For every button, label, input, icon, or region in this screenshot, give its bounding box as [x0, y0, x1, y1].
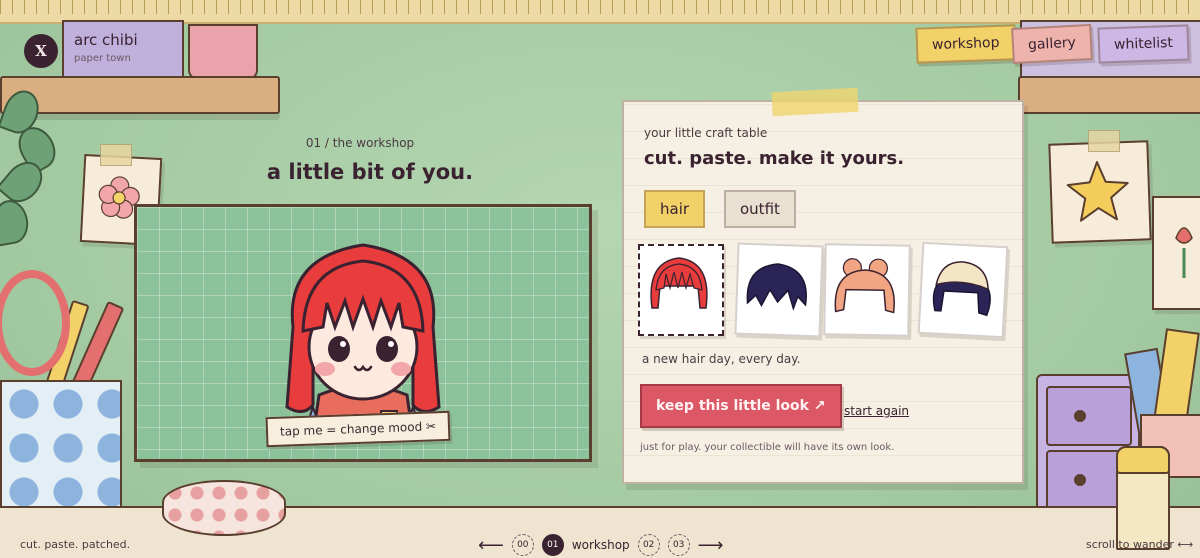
start-again-link[interactable]: start again — [844, 404, 909, 418]
star-note — [1048, 140, 1152, 244]
pager-dot-02[interactable]: 02 — [637, 534, 660, 556]
next-arrow-icon[interactable]: ⟶ — [698, 535, 724, 556]
polka-cup — [0, 380, 122, 514]
card-eyebrow: your little craft table — [644, 126, 768, 140]
footer-tagline: cut. paste. patched. — [20, 538, 131, 551]
right-shelf — [1018, 76, 1200, 114]
tulip-note — [1152, 196, 1200, 310]
brand: arc chibi paper town — [74, 31, 138, 64]
tab-hair[interactable]: hair — [644, 190, 706, 228]
nav-workshop[interactable]: workshop — [915, 24, 1017, 64]
brand-subtitle: paper town — [74, 53, 131, 64]
red-bob-hair-icon — [650, 257, 708, 309]
nav-gallery[interactable]: gallery — [1011, 23, 1093, 65]
pink-pot-decoration — [188, 24, 258, 80]
glue-stick-decoration — [1116, 446, 1170, 550]
card-title: cut. paste. make it yours. — [644, 148, 905, 169]
star-icon — [1066, 161, 1129, 222]
navy-hair-icon — [746, 263, 807, 311]
logo-mark: X — [35, 42, 47, 60]
scene: X arc chibi paper town workshop gallery … — [0, 0, 1200, 558]
logo[interactable]: X — [24, 34, 58, 68]
tape-roll-decoration — [162, 480, 286, 536]
hair-swatch-navy[interactable] — [734, 242, 824, 338]
pager-current-label: workshop — [571, 538, 630, 552]
chibi-character[interactable] — [263, 227, 463, 437]
leaf-icon — [0, 197, 32, 247]
pager-dot-01[interactable]: 01 — [541, 534, 564, 556]
nav-whitelist[interactable]: whitelist — [1097, 24, 1190, 64]
beanie-hair-icon — [932, 261, 991, 317]
hair-swatch-red-bob[interactable] — [638, 244, 724, 336]
hair-hint: a new hair day, every day. — [642, 352, 801, 366]
page-title: a little bit of you. — [266, 160, 474, 184]
change-mood-button[interactable]: tap me = change mood ✂ — [265, 410, 451, 448]
pager: ⟵ 00 01 workshop 02 03 ⟶ — [478, 534, 723, 556]
tape-decoration — [771, 87, 859, 117]
craft-card: your little craft table cut. paste. make… — [622, 87, 1024, 484]
keep-look-button[interactable]: keep this little look ↗ — [640, 384, 842, 428]
section-eyebrow: 01 / the workshop — [305, 136, 415, 150]
tab-outfit[interactable]: outfit — [724, 190, 796, 228]
pager-dot-03[interactable]: 03 — [667, 534, 690, 556]
hair-swatch-peach-buns[interactable] — [823, 243, 911, 337]
prev-arrow-icon[interactable]: ⟵ — [478, 535, 504, 556]
scroll-hint: scroll to wander ⟷ — [1086, 538, 1194, 551]
tape-decoration — [1088, 130, 1120, 152]
peach-buns-hair-icon — [834, 258, 895, 314]
tulip-icon — [1175, 227, 1193, 278]
brand-name: arc chibi — [74, 31, 138, 49]
hair-swatch-beanie[interactable] — [917, 241, 1009, 339]
fine-print: just for play. your collectible will hav… — [640, 442, 895, 453]
left-shelf — [0, 76, 280, 114]
pager-dot-00[interactable]: 00 — [511, 534, 534, 556]
tape-decoration — [100, 144, 132, 166]
